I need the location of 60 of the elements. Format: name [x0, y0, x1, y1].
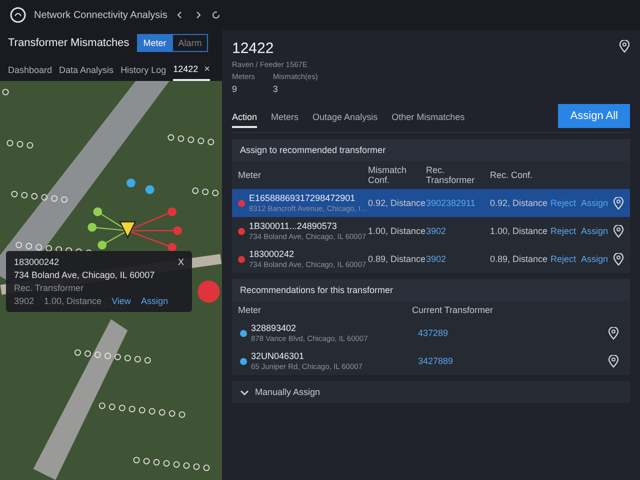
column-header: Mismatch Conf. [368, 165, 408, 185]
tab-label: History Log [120, 65, 166, 75]
tab[interactable]: Data Analysis [59, 61, 114, 81]
transformer-link[interactable]: 3902 [426, 254, 486, 264]
tab[interactable]: History Log [120, 61, 166, 81]
action-link[interactable]: Assign [580, 254, 608, 264]
page-title: Transformer Mismatches [8, 37, 130, 49]
manual-assign-label: Manually Assign [255, 387, 320, 397]
close-icon[interactable]: X [178, 257, 184, 267]
transformer-id: 12422 [232, 40, 275, 57]
manual-assign-toggle[interactable]: Manually Assign [232, 381, 630, 403]
section-title: Assign to recommended transformer [232, 139, 630, 161]
logo-icon [10, 7, 26, 23]
transformer-link[interactable]: 3902 [426, 226, 486, 236]
popup-link[interactable]: Assign [140, 296, 168, 306]
tab[interactable]: Other Mismatches [392, 108, 465, 128]
popup-meter: 183000242 [14, 257, 60, 267]
location-pin-icon[interactable] [619, 40, 630, 53]
refresh-icon[interactable] [211, 10, 222, 20]
transformer-link[interactable]: 3427889 [418, 356, 600, 366]
location-pin-icon[interactable] [613, 196, 624, 210]
popup-link[interactable]: View [112, 296, 131, 306]
chevron-down-icon [240, 388, 249, 396]
action-link[interactable]: Reject [550, 226, 576, 236]
assign-all-button[interactable]: Assign All [558, 104, 630, 128]
popup-address: 734 Boland Ave, Chicago, IL 60007 [14, 270, 156, 280]
toggle-button[interactable]: Alarm [172, 34, 208, 52]
stat-value: 3 [272, 84, 279, 94]
toggle-button[interactable]: Meter [137, 34, 172, 52]
column-header: Meter [238, 305, 262, 315]
meter-id: E16588869317298472901 [249, 193, 356, 203]
app-title: Network Connectivity Analysis [34, 10, 168, 20]
column-header: Current Transformer [412, 305, 494, 315]
location-pin-icon[interactable] [608, 326, 619, 340]
meter-id: 183000242 [249, 249, 296, 259]
section-title: Recommendations for this transformer [232, 279, 630, 301]
action-link[interactable]: Reject [550, 254, 576, 264]
tab-label: Dashboard [8, 65, 52, 75]
tab[interactable]: Meters [271, 108, 299, 128]
location-pin-icon[interactable] [613, 224, 624, 238]
popup-label: Rec. Transformer [14, 283, 85, 293]
tab[interactable]: Action [232, 108, 258, 128]
tab-label: Data Analysis [59, 65, 114, 75]
location-pin-icon[interactable] [608, 354, 619, 368]
transformer-link[interactable]: 437289 [418, 328, 600, 338]
action-link[interactable]: Assign [580, 226, 608, 236]
column-header: Rec. Conf. [490, 170, 534, 180]
popup-transformer: 3902 [14, 296, 34, 306]
column-header: Rec. Transformer [426, 165, 476, 185]
meter-id: 328893402 [251, 323, 298, 333]
tab[interactable]: Outage Analysis [312, 108, 378, 128]
meter-id: 1B300011...24890573 [249, 221, 338, 231]
location-pin-icon[interactable] [613, 252, 624, 266]
tab[interactable]: Dashboard [8, 61, 52, 81]
popup-confidence: 1.00, Distance [44, 296, 102, 306]
column-header: Meter [238, 170, 262, 180]
meter-id: 32UN046301 [251, 351, 306, 361]
stat-value: 9 [232, 84, 238, 94]
tab-label: 12422 [173, 64, 198, 75]
close-icon[interactable]: × [204, 64, 210, 75]
